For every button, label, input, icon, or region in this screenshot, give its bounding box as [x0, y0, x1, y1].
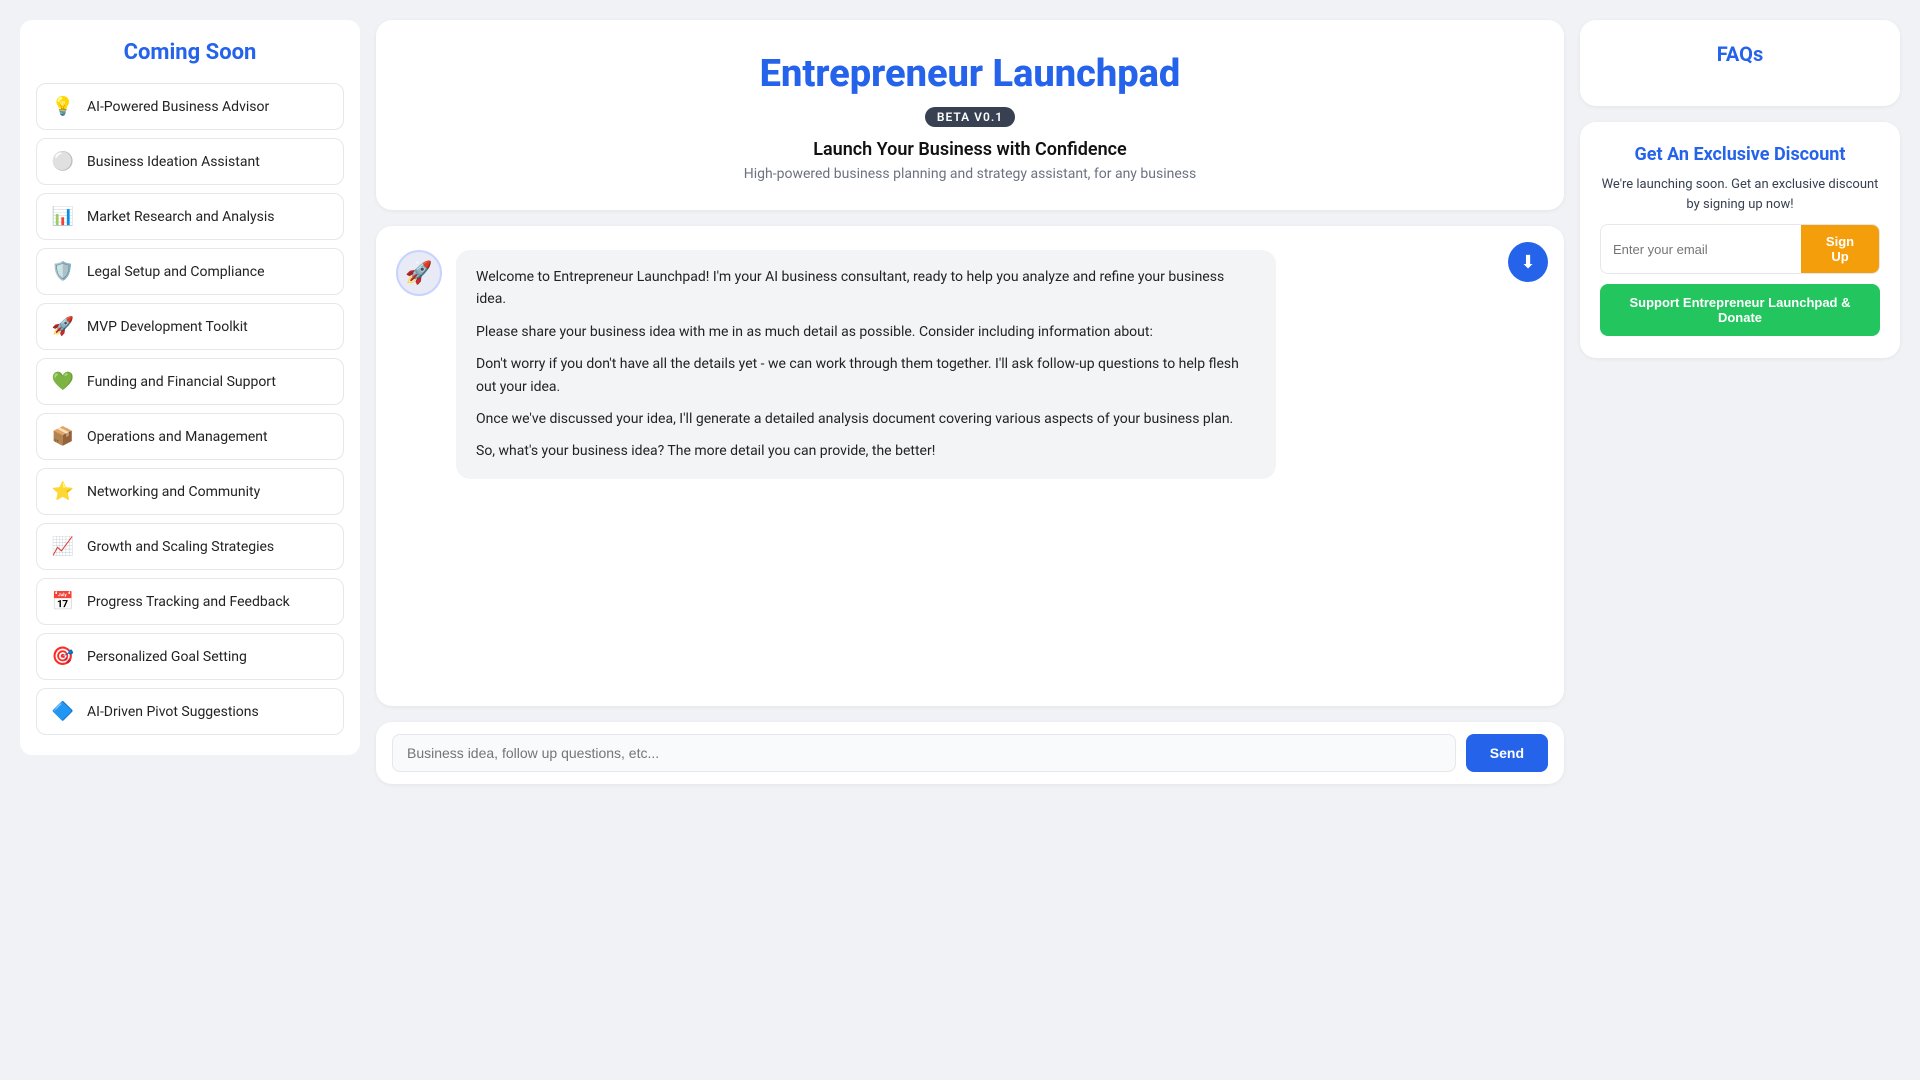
- sidebar-label-ai-pivot: AI-Driven Pivot Suggestions: [87, 704, 259, 720]
- discount-title: Get An Exclusive Discount: [1635, 144, 1846, 165]
- chat-para-3: Don't worry if you don't have all the de…: [476, 353, 1256, 398]
- sidebar-item-market-research[interactable]: 📊 Market Research and Analysis: [36, 193, 344, 240]
- sidebar-icon-ai-pivot: 🔷: [51, 701, 75, 722]
- sidebar-label-funding-financial: Funding and Financial Support: [87, 374, 276, 390]
- sidebar-label-goal-setting: Personalized Goal Setting: [87, 649, 247, 665]
- email-input[interactable]: [1601, 225, 1801, 273]
- hero-title: Entrepreneur Launchpad: [400, 52, 1540, 96]
- avatar: 🚀: [396, 250, 442, 296]
- chat-para-1: Welcome to Entrepreneur Launchpad! I'm y…: [476, 266, 1256, 311]
- sidebar-title: Coming Soon: [36, 40, 344, 65]
- avatar-icon: 🚀: [405, 261, 432, 286]
- sidebar-item-legal-setup[interactable]: 🛡️ Legal Setup and Compliance: [36, 248, 344, 295]
- sidebar-item-operations-management[interactable]: 📦 Operations and Management: [36, 413, 344, 460]
- send-button[interactable]: Send: [1466, 734, 1548, 772]
- sidebar-label-market-research: Market Research and Analysis: [87, 209, 275, 225]
- ai-message-row: 🚀 Welcome to Entrepreneur Launchpad! I'm…: [396, 250, 1544, 479]
- sidebar-item-ai-pivot[interactable]: 🔷 AI-Driven Pivot Suggestions: [36, 688, 344, 735]
- discount-input-row: Sign Up: [1600, 224, 1880, 274]
- download-button[interactable]: ⬇: [1508, 242, 1548, 282]
- sidebar-item-funding-financial[interactable]: 💚 Funding and Financial Support: [36, 358, 344, 405]
- sidebar-icon-goal-setting: 🎯: [51, 646, 75, 667]
- chat-area: ⬇ 🚀 Welcome to Entrepreneur Launchpad! I…: [376, 226, 1564, 706]
- download-icon: ⬇: [1520, 252, 1535, 273]
- sidebar-icon-market-research: 📊: [51, 206, 75, 227]
- hero-card: Entrepreneur Launchpad BETA V0.1 Launch …: [376, 20, 1564, 210]
- chat-para-4: Once we've discussed your idea, I'll gen…: [476, 408, 1256, 430]
- faq-card: FAQs: [1580, 20, 1900, 106]
- sidebar-icon-legal-setup: 🛡️: [51, 261, 75, 282]
- sidebar-item-growth-scaling[interactable]: 📈 Growth and Scaling Strategies: [36, 523, 344, 570]
- discount-card: Get An Exclusive Discount We're launchin…: [1580, 122, 1900, 358]
- sidebar-label-growth-scaling: Growth and Scaling Strategies: [87, 539, 274, 555]
- chat-para-2: Please share your business idea with me …: [476, 321, 1256, 343]
- sidebar-item-networking-community[interactable]: ⭐ Networking and Community: [36, 468, 344, 515]
- sidebar-label-business-ideation: Business Ideation Assistant: [87, 154, 260, 170]
- sidebar-label-mvp-development: MVP Development Toolkit: [87, 319, 248, 335]
- sidebar-label-progress-tracking: Progress Tracking and Feedback: [87, 594, 290, 610]
- main-content: Entrepreneur Launchpad BETA V0.1 Launch …: [376, 20, 1564, 1060]
- sidebar-icon-growth-scaling: 📈: [51, 536, 75, 557]
- sidebar-item-progress-tracking[interactable]: 📅 Progress Tracking and Feedback: [36, 578, 344, 625]
- faq-title: FAQs: [1600, 42, 1880, 66]
- sidebar: Coming Soon 💡 AI-Powered Business Adviso…: [20, 20, 360, 755]
- sidebar-label-legal-setup: Legal Setup and Compliance: [87, 264, 265, 280]
- message-bubble: Welcome to Entrepreneur Launchpad! I'm y…: [456, 250, 1276, 479]
- sidebar-icon-networking-community: ⭐: [51, 481, 75, 502]
- sidebar-item-business-ideation[interactable]: ⚪ Business Ideation Assistant: [36, 138, 344, 185]
- hero-description: High-powered business planning and strat…: [400, 166, 1540, 182]
- discount-description: We're launching soon. Get an exclusive d…: [1600, 175, 1880, 214]
- sidebar-item-goal-setting[interactable]: 🎯 Personalized Goal Setting: [36, 633, 344, 680]
- sidebar-icon-funding-financial: 💚: [51, 371, 75, 392]
- sidebar-label-networking-community: Networking and Community: [87, 484, 260, 500]
- sidebar-item-ai-powered-advisor[interactable]: 💡 AI-Powered Business Advisor: [36, 83, 344, 130]
- chat-input[interactable]: [392, 734, 1456, 772]
- sidebar-item-mvp-development[interactable]: 🚀 MVP Development Toolkit: [36, 303, 344, 350]
- signup-button[interactable]: Sign Up: [1801, 225, 1879, 273]
- beta-badge: BETA V0.1: [925, 107, 1015, 127]
- sidebar-icon-ai-powered-advisor: 💡: [51, 96, 75, 117]
- chat-para-5: So, what's your business idea? The more …: [476, 440, 1256, 462]
- sidebar-icon-business-ideation: ⚪: [51, 151, 75, 172]
- sidebar-icon-operations-management: 📦: [51, 426, 75, 447]
- sidebar-icon-progress-tracking: 📅: [51, 591, 75, 612]
- sidebar-label-ai-powered-advisor: AI-Powered Business Advisor: [87, 99, 269, 115]
- chat-messages: 🚀 Welcome to Entrepreneur Launchpad! I'm…: [376, 226, 1564, 706]
- sidebar-icon-mvp-development: 🚀: [51, 316, 75, 337]
- sidebar-label-operations-management: Operations and Management: [87, 429, 268, 445]
- right-panel: FAQs Get An Exclusive Discount We're lau…: [1580, 20, 1900, 358]
- chat-input-row: Send: [376, 722, 1564, 784]
- support-button[interactable]: Support Entrepreneur Launchpad & Donate: [1600, 284, 1880, 336]
- hero-subtitle: Launch Your Business with Confidence: [400, 139, 1540, 160]
